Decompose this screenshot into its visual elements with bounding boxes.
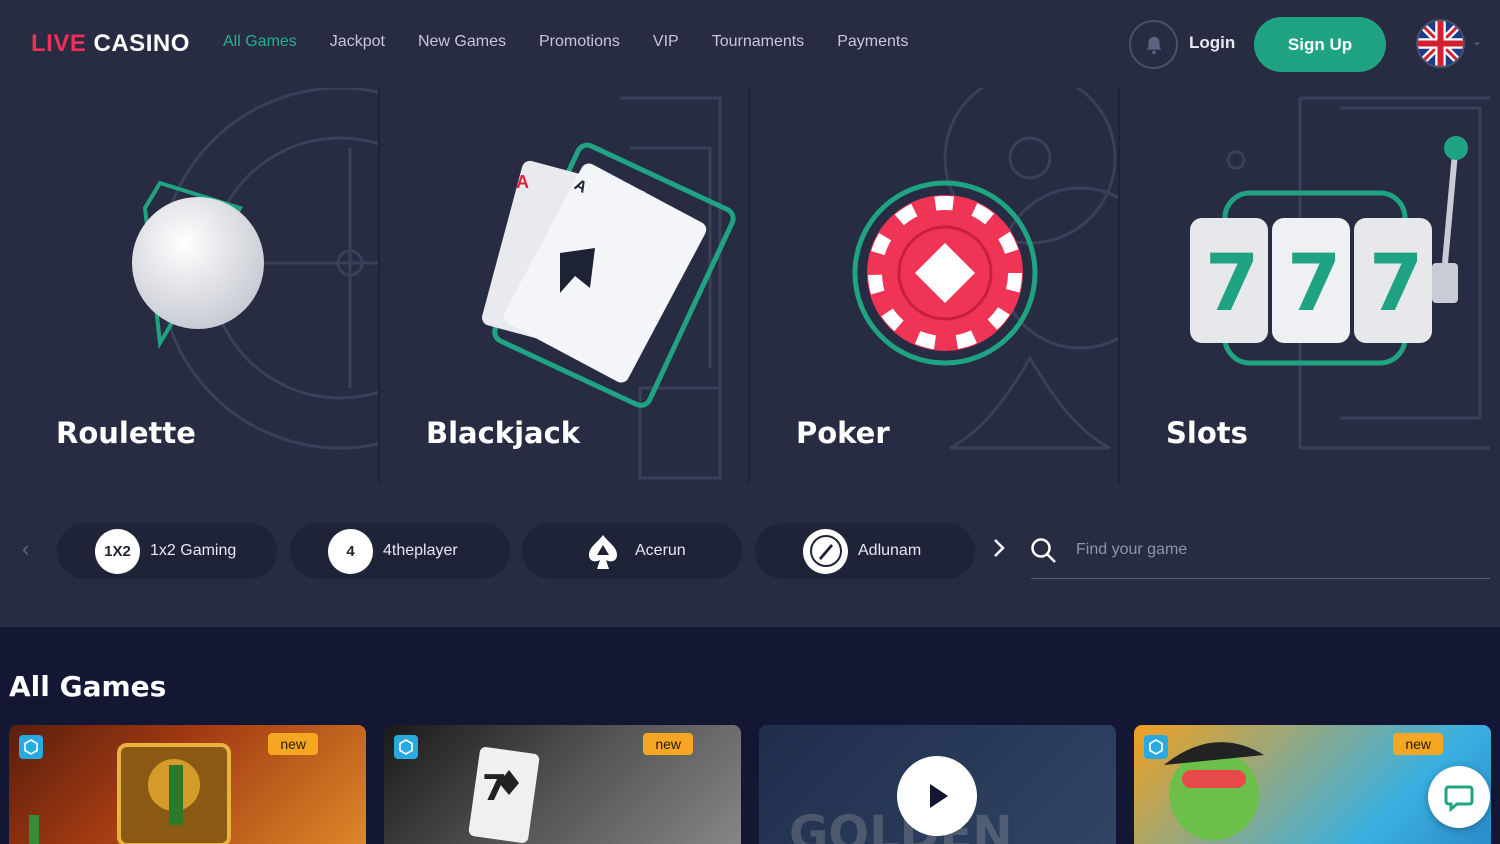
roulette-ball-icon: Roulette — [56, 88, 380, 450]
provider-name: Adlunam — [858, 542, 922, 559]
search-icon — [1031, 538, 1056, 563]
providers-prev-button[interactable]: ‹ — [22, 536, 29, 562]
category-slots[interactable]: 7 7 7 Slots — [1120, 88, 1490, 484]
provider-logo: 1X2 — [95, 528, 140, 574]
section-title: All Games — [9, 670, 167, 703]
login-button[interactable]: Login — [1189, 33, 1235, 53]
nav-tournaments[interactable]: Tournaments — [712, 33, 805, 51]
nav-vip[interactable]: VIP — [653, 33, 679, 51]
provider-4theplayer[interactable]: 4 4theplayer — [290, 523, 510, 579]
chevron-right-icon[interactable] — [988, 537, 1010, 559]
svg-text:7: 7 — [482, 768, 507, 809]
category-roulette[interactable]: Roulette — [10, 88, 380, 484]
game-card[interactable]: new — [9, 725, 366, 844]
new-badge: new — [268, 733, 318, 755]
logo[interactable]: LIVE CASINO — [31, 30, 190, 58]
svg-text:7: 7 — [1205, 239, 1259, 329]
uk-flag-icon — [1418, 21, 1463, 66]
svg-text:A: A — [516, 172, 529, 192]
play-button[interactable] — [897, 756, 977, 836]
provider-acerun[interactable]: Acerun — [522, 523, 742, 579]
provider-name: Acerun — [635, 542, 686, 559]
category-label: Slots — [1166, 416, 1248, 450]
nav-promotions[interactable]: Promotions — [539, 33, 620, 51]
logo-casino-text: CASINO — [93, 30, 190, 57]
notifications-button[interactable] — [1129, 20, 1178, 69]
svg-text:7: 7 — [1369, 239, 1423, 329]
slot-machine-icon: 7 7 7 Slots — [1166, 96, 1490, 450]
logo-live-text: LIVE — [31, 30, 87, 57]
category-label: Blackjack — [426, 416, 581, 450]
new-badge: new — [643, 733, 693, 755]
search-underline — [1031, 578, 1490, 579]
game-card[interactable]: 7 new — [384, 725, 741, 844]
category-label: Roulette — [56, 416, 196, 450]
search-input[interactable] — [1076, 538, 1476, 562]
rocket-icon — [803, 528, 848, 574]
provider-logo: 4 — [328, 528, 373, 574]
chat-icon — [1444, 785, 1474, 813]
main-nav: All Games Jackpot New Games Promotions V… — [223, 33, 941, 51]
signup-button[interactable]: Sign Up — [1254, 17, 1386, 72]
provider-adlunam[interactable]: Adlunam — [755, 523, 975, 579]
chat-button[interactable] — [1428, 766, 1490, 828]
category-poker[interactable]: Poker — [750, 88, 1120, 484]
new-badge: new — [1393, 733, 1443, 755]
category-blackjack[interactable]: A A Blackjack — [380, 88, 750, 484]
category-label: Poker — [796, 416, 890, 450]
bell-icon — [1146, 36, 1161, 54]
cards-icon: A A Blackjack — [426, 96, 736, 480]
play-icon — [930, 784, 948, 808]
nav-jackpot[interactable]: Jackpot — [330, 33, 385, 51]
provider-name: 4theplayer — [383, 542, 458, 559]
language-selector[interactable] — [1416, 19, 1465, 68]
svg-text:7: 7 — [1287, 239, 1341, 329]
nav-all-games[interactable]: All Games — [223, 33, 297, 51]
provider-name: 1x2 Gaming — [150, 542, 237, 559]
poker-chip-icon: Poker — [796, 88, 1120, 450]
spade-icon — [580, 529, 625, 574]
header: LIVE CASINO All Games Jackpot New Games … — [0, 0, 1500, 88]
chevron-down-icon[interactable]: ⌄ — [1472, 34, 1482, 48]
nav-payments[interactable]: Payments — [837, 33, 908, 51]
nav-new-games[interactable]: New Games — [418, 33, 506, 51]
provider-1x2gaming[interactable]: 1X2 1x2 Gaming — [57, 523, 277, 579]
